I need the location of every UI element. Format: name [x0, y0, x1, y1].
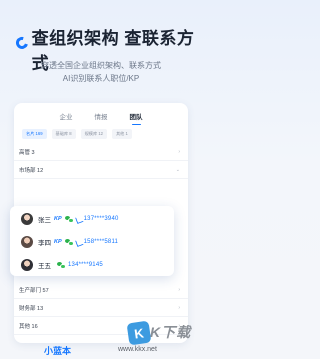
tab-team[interactable]: 团队: [130, 111, 143, 125]
filter-chips: 名片 169 基础库 8 规模库 12 其他 1: [14, 125, 188, 143]
subtitle-line-2: AI识别联系人职位/KP: [62, 74, 140, 83]
contact-row[interactable]: 王五 134****9145: [10, 254, 174, 275]
tab-bar: 企业 情报 团队: [14, 103, 188, 125]
contact-panel: 张三 KP 137****3940 李四 KP 158****5811 王五 1…: [10, 206, 174, 276]
chevron-right-icon: ›: [178, 286, 180, 293]
filter-chip[interactable]: 名片 169: [22, 129, 47, 139]
avatar: [21, 258, 33, 271]
watermark-text: K下载: [150, 324, 192, 340]
dept-group-finance[interactable]: 财务部 13 ›: [14, 299, 188, 317]
chevron-right-icon: ›: [178, 304, 180, 311]
contact-row[interactable]: 张三 KP 137****3940: [10, 208, 174, 229]
wechat-icon[interactable]: [64, 238, 74, 246]
watermark-logo: K: [126, 320, 152, 346]
dept-label: 其他 16: [19, 323, 38, 330]
dept-label: 市场部 12: [19, 167, 44, 174]
kp-badge: KP: [54, 215, 62, 222]
phone-icon[interactable]: [76, 239, 81, 244]
wechat-icon[interactable]: [64, 215, 74, 223]
headline-mark-icon: [13, 34, 30, 52]
contact-name: 王五: [38, 262, 51, 270]
dept-label: 生产部门 57: [19, 287, 49, 294]
phone-icon[interactable]: [76, 216, 81, 221]
avatar: [21, 235, 33, 248]
chevron-right-icon: ›: [178, 148, 180, 155]
filter-chip[interactable]: 基础库 8: [51, 129, 76, 139]
dept-group-production[interactable]: 生产部门 57 ›: [14, 281, 188, 299]
contact-phone[interactable]: 158****5811: [84, 239, 118, 245]
bottom-brand: 小蓝本: [44, 346, 72, 356]
filter-chip[interactable]: 其他 1: [111, 129, 132, 139]
watermark-logo-letter: K: [133, 324, 145, 342]
contact-phone[interactable]: 134****9145: [68, 262, 103, 268]
contact-row[interactable]: 李四 KP 158****5811: [10, 231, 174, 252]
chevron-down-icon: ⌄: [175, 166, 180, 173]
avatar: [21, 212, 33, 225]
subtitle-line-1: 穿透全国企业组织架构、联系方式: [41, 61, 161, 70]
contact-name: 李四: [38, 239, 51, 247]
dept-label: 高管 3: [19, 149, 35, 156]
contact-name: 张三: [38, 216, 51, 224]
dept-label: 财务部 13: [19, 305, 44, 312]
dept-group-marketing[interactable]: 市场部 12 ⌄: [14, 161, 188, 179]
wechat-icon[interactable]: [57, 261, 66, 269]
dept-group-executives[interactable]: 高管 3 ›: [14, 143, 188, 161]
watermark-url: www.kkx.net: [118, 346, 157, 353]
tab-intel[interactable]: 情报: [95, 111, 108, 125]
filter-chip[interactable]: 规模库 12: [80, 129, 107, 139]
kp-badge: KP: [54, 238, 62, 245]
tab-enterprise[interactable]: 企业: [60, 111, 73, 125]
contact-phone[interactable]: 137****3940: [84, 216, 119, 222]
